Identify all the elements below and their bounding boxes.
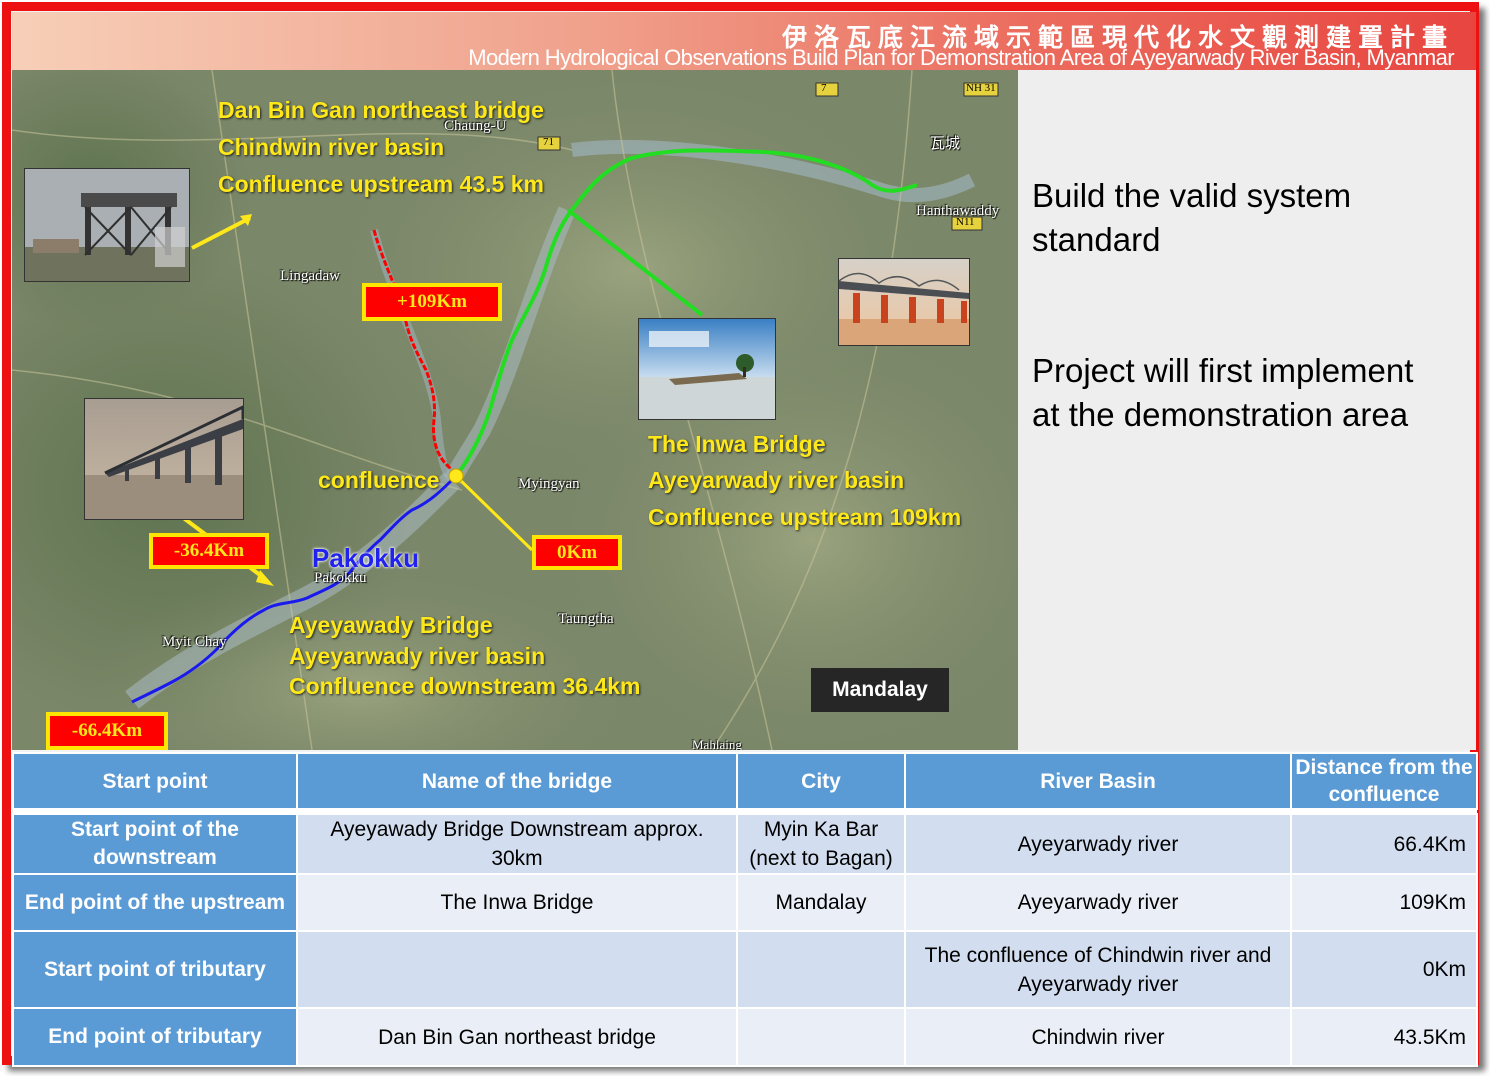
road-nh31-label: NH 31 (966, 82, 996, 94)
place-lingadaw: Lingadaw (280, 268, 340, 284)
row-river-basin: The confluence of Chindwin river and Aye… (904, 930, 1292, 1009)
km-marker-minus36: -36.4Km (149, 533, 269, 569)
table-row: Start point of tributary The confluence … (12, 930, 1478, 1009)
statement-line2: standard (1032, 221, 1161, 258)
table-row: End point of the upstream The Inwa Bridg… (12, 873, 1478, 932)
row-river-basin: Ayeyarwady river (904, 873, 1292, 932)
place-hanthawaddy: Hanthawaddy (916, 203, 1000, 219)
row-city: Myin Ka Bar (next to Bagan) (736, 813, 906, 875)
statement-line4: at the demonstration area (1032, 396, 1409, 433)
row-start-point: End point of the upstream (12, 873, 298, 932)
row-start-point: Start point of the downstream (12, 813, 298, 875)
photo-ayeyawady-bridge (84, 398, 244, 520)
row-start-point: Start point of tributary (12, 930, 298, 1009)
photo-inwa-river (638, 318, 776, 420)
place-myit-chay: Myit Chay (162, 634, 227, 650)
km-marker-plus109: +109Km (362, 283, 502, 321)
place-bottom-town: Mahlaing (692, 737, 742, 750)
header-distance: Distance from the confluence (1290, 752, 1478, 810)
row-start-point: End point of tributary (12, 1007, 298, 1067)
statement-line1: Build the valid system (1032, 177, 1352, 214)
place-mandalay-small: 瓦城 (930, 136, 961, 152)
inwa-label-line3: Confluence upstream 109km (648, 504, 962, 530)
table-row: End point of tributary Dan Bin Gan north… (12, 1007, 1478, 1067)
title-english: Modern Hydrological Observations Build P… (468, 45, 1454, 70)
ayeyawady-label-line1: Ayeyawady Bridge (289, 612, 493, 638)
photo-inwa-bridge (838, 258, 970, 346)
confluence-label: confluence (318, 467, 440, 493)
place-taungtha: Taungtha (558, 611, 614, 627)
ayeyawady-label-line2: Ayeyarwady river basin (289, 643, 546, 669)
row-bridge-name: The Inwa Bridge (296, 873, 738, 932)
row-bridge-name (296, 930, 738, 1009)
dan-bin-gan-label-line3: Confluence upstream 43.5 km (218, 171, 544, 197)
statement-line3: Project will first implement (1032, 352, 1414, 389)
row-distance: 66.4Km (1290, 813, 1478, 875)
row-bridge-name: Dan Bin Gan northeast bridge (296, 1007, 738, 1067)
road-7-label: 7 (821, 82, 827, 94)
road-71-label: 71 (543, 136, 554, 148)
title-banner: 伊洛瓦底江流域示範區現代化水文觀測建置計畫 Modern Hydrologica… (12, 12, 1476, 70)
dan-bin-gan-label-line2: Chindwin river basin (218, 134, 445, 160)
header-bridge-name: Name of the bridge (296, 752, 738, 810)
row-city (736, 1007, 906, 1067)
row-distance: 109Km (1290, 873, 1478, 932)
header-start-point: Start point (12, 752, 298, 810)
km-marker-minus66: -66.4Km (46, 712, 168, 750)
row-river-basin: Chindwin river (904, 1007, 1292, 1067)
row-distance: 0Km (1290, 930, 1478, 1009)
right-panel: Build the valid system standard Project … (1018, 70, 1476, 750)
ayeyawady-label-line3: Confluence downstream 36.4km (289, 673, 641, 699)
header-city: City (736, 752, 906, 810)
pakokku-label: Pakokku (312, 543, 419, 573)
inwa-label-line2: Ayeyarwady river basin (648, 467, 905, 493)
row-city: Mandalay (736, 873, 906, 932)
dan-bin-gan-label-line1: Dan Bin Gan northeast bridge (218, 97, 544, 123)
header-river-basin: River Basin (904, 752, 1292, 810)
inwa-label-line1: The Inwa Bridge (648, 431, 826, 457)
row-distance: 43.5Km (1290, 1007, 1478, 1067)
satellite-map: 71 7 NH 31 N11 Chaung-U Lingadaw Myingya… (12, 70, 1018, 750)
km-marker-zero: 0Km (532, 535, 622, 570)
mandalay-label: Mandalay (811, 668, 949, 712)
bridge-table: Start point Name of the bridge City Rive… (12, 752, 1478, 1067)
row-river-basin: Ayeyarwady river (904, 813, 1292, 875)
photo-dan-bin-gan-bridge (24, 168, 190, 282)
table-row: Start point of the downstream Ayeyawady … (12, 813, 1478, 875)
place-myingyan: Myingyan (518, 476, 580, 492)
row-city (736, 930, 906, 1009)
table-header-row: Start point Name of the bridge City Rive… (12, 752, 1478, 810)
row-bridge-name: Ayeyawady Bridge Downstream approx. 30km (296, 813, 738, 875)
